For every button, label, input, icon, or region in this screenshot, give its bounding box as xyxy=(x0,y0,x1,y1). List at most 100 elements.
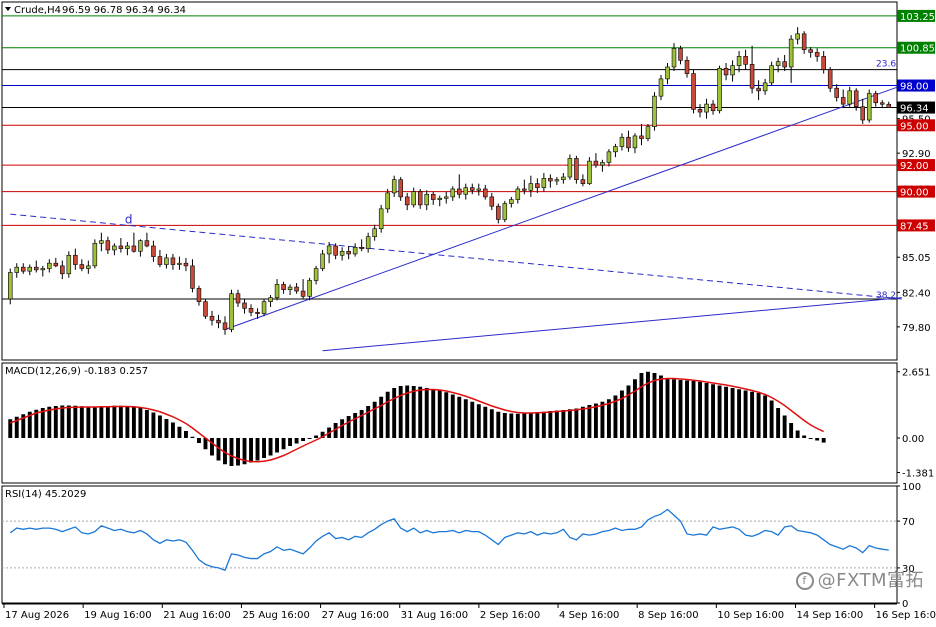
macd-bar xyxy=(197,438,201,443)
candle-body xyxy=(66,254,72,275)
macd-bar xyxy=(522,413,527,438)
macd-bar xyxy=(587,405,592,438)
candle-body xyxy=(489,196,495,207)
macd-bar xyxy=(229,438,234,466)
candle-body xyxy=(554,179,560,182)
candle-body xyxy=(567,158,573,178)
price-tag-label: 92.00 xyxy=(900,161,929,172)
macd-bar xyxy=(470,401,475,438)
macd-bar xyxy=(567,409,572,438)
candle-body xyxy=(40,268,46,271)
macd-bar xyxy=(73,405,78,438)
candle-body xyxy=(14,266,20,273)
candle-body xyxy=(671,48,677,68)
candle-body xyxy=(125,245,130,249)
candle-body xyxy=(190,265,195,289)
rsi-line xyxy=(9,508,889,572)
candle-body xyxy=(593,160,599,166)
price-tag-label: 90.00 xyxy=(900,188,929,199)
macd-bar xyxy=(47,406,52,438)
macd-bar xyxy=(528,413,533,438)
candle-body xyxy=(378,208,384,230)
macd-bar xyxy=(60,405,65,438)
macd-bar xyxy=(53,406,58,438)
candle-body xyxy=(619,136,625,147)
candle-body xyxy=(346,250,351,255)
candle-body xyxy=(151,245,156,257)
candle-body xyxy=(287,286,293,291)
macd-bar xyxy=(411,386,416,438)
price-tag-label: 87.45 xyxy=(900,221,929,232)
macd-bar xyxy=(665,378,670,438)
candle-body xyxy=(853,90,859,108)
candle-body xyxy=(613,146,618,153)
candle-body xyxy=(548,178,553,182)
candle-body xyxy=(209,315,215,321)
macd-bar xyxy=(606,399,611,438)
candle-body xyxy=(430,193,436,200)
macd-bar xyxy=(398,386,403,438)
candle-body xyxy=(183,262,189,267)
candle-body xyxy=(723,67,729,76)
price-tag-label: 103.25 xyxy=(900,12,935,23)
macd-bar xyxy=(112,405,117,438)
time-axis-label: 8 Sep 16:00 xyxy=(638,610,698,621)
candle-body xyxy=(879,102,885,105)
macd-bar xyxy=(190,436,195,438)
macd-bar xyxy=(444,392,449,438)
candle-body xyxy=(144,240,150,247)
macd-title: MACD(12,26,9) -0.183 0.257 xyxy=(5,366,148,377)
macd-bar xyxy=(711,384,715,438)
macd-bar xyxy=(502,413,507,438)
macd-bar xyxy=(268,438,273,456)
macd-bar xyxy=(678,380,683,438)
candle-body xyxy=(60,265,65,275)
macd-bar xyxy=(288,438,293,446)
chart-svg: 23.638.2d103.25100.8598.0096.3495.5095.0… xyxy=(1,1,936,621)
macd-bar xyxy=(515,413,520,438)
macd-bar xyxy=(379,396,384,438)
candle-body xyxy=(769,65,774,84)
macd-bar xyxy=(541,411,546,438)
rsi-axis-label: 0 xyxy=(902,599,908,610)
candle-body xyxy=(873,93,878,104)
macd-bar xyxy=(476,404,481,438)
macd-bar xyxy=(698,381,702,438)
macd-bar xyxy=(170,422,175,438)
time-axis-label: 4 Sep 16:00 xyxy=(559,610,619,621)
time-axis-label: 25 Aug 16:00 xyxy=(242,610,309,621)
macd-bar xyxy=(554,410,559,438)
macd-bar xyxy=(138,408,143,438)
macd-bar xyxy=(151,412,156,438)
candle-body xyxy=(834,87,839,98)
candle-body xyxy=(53,262,59,267)
candle-body xyxy=(587,160,592,184)
macd-bar xyxy=(177,426,182,438)
candle-body xyxy=(457,188,462,195)
candle-body xyxy=(496,205,501,220)
macd-bar xyxy=(144,410,149,438)
candle-body xyxy=(632,135,638,149)
candle-body xyxy=(463,187,469,195)
candle-body xyxy=(775,61,781,66)
candle-body xyxy=(580,179,586,184)
candle-body xyxy=(821,56,826,70)
candle-body xyxy=(515,188,521,200)
macd-bar xyxy=(210,438,214,456)
time-axis-label: 21 Aug 16:00 xyxy=(163,610,230,621)
candle-body xyxy=(801,33,807,51)
candle-body xyxy=(528,183,534,191)
candle-body xyxy=(762,82,768,92)
macd-bar xyxy=(424,388,429,438)
candle-body xyxy=(788,38,794,68)
candle-body xyxy=(27,266,33,272)
candle-body xyxy=(743,56,748,65)
time-axis-label: 14 Sep 16:00 xyxy=(796,610,863,621)
candle-body xyxy=(730,65,735,76)
rsi-axis-label: 70 xyxy=(902,517,915,528)
macd-bar xyxy=(340,419,345,438)
macd-bar xyxy=(724,386,729,438)
candle-body xyxy=(860,106,865,121)
candle-body xyxy=(326,245,332,255)
macd-bar xyxy=(249,438,253,463)
